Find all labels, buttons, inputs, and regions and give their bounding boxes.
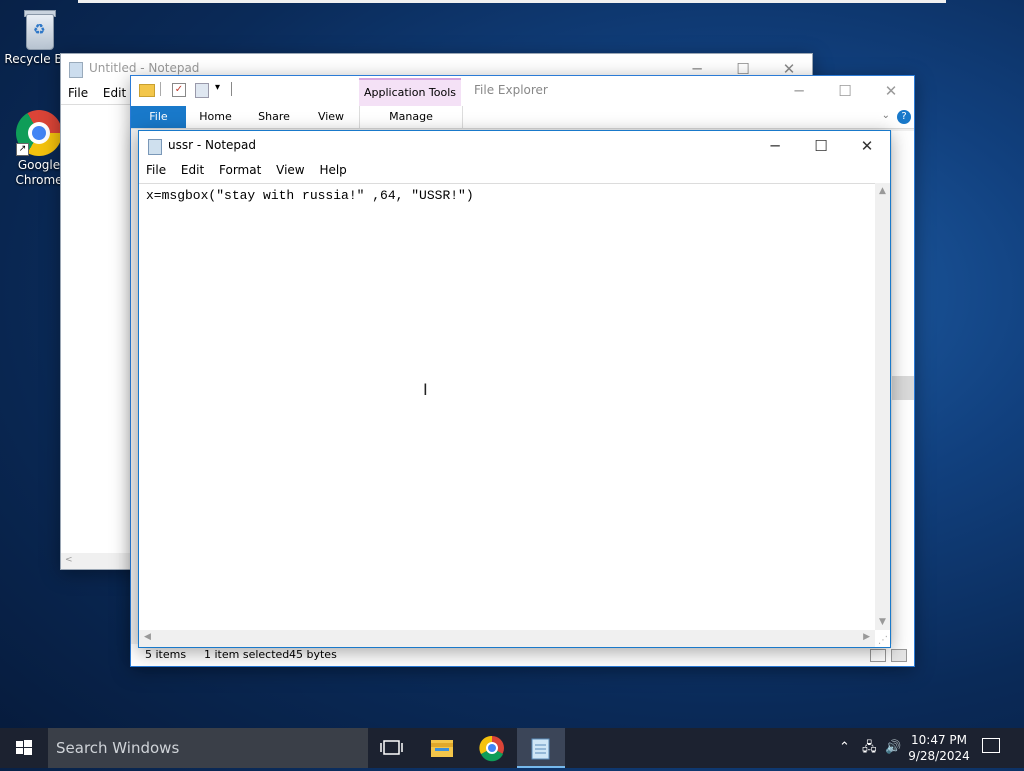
maximize-button[interactable]: ☐ [822, 76, 868, 106]
tab-home[interactable]: Home [188, 106, 243, 128]
expand-ribbon-icon[interactable]: ⌄ [882, 110, 890, 121]
menu-bar: File Edit [68, 86, 137, 100]
divider [160, 82, 161, 96]
folder-icon [431, 740, 453, 757]
scroll-down-icon[interactable]: ▼ [879, 617, 886, 627]
network-icon[interactable]: 🖧 [862, 728, 877, 768]
editor-area[interactable] [61, 104, 131, 569]
ussr-notepad-window[interactable]: ussr - Notepad ─ ☐ ✕ File Edit Format Vi… [138, 130, 891, 648]
recycle-bin-icon [22, 8, 56, 50]
scroll-right-icon[interactable]: ▶ [863, 632, 870, 642]
maximize-button[interactable]: ☐ [798, 131, 844, 161]
minimize-button[interactable]: ─ [776, 76, 822, 106]
close-button[interactable]: ✕ [868, 76, 914, 106]
quick-access-dropdown-icon[interactable]: ▾ [215, 82, 220, 93]
search-box[interactable]: Search Windows [48, 728, 368, 768]
new-folder-icon[interactable] [195, 83, 209, 98]
chrome-icon: ↗ [16, 110, 62, 156]
taskbar: Search Windows ⌃ 🖧 🔊 10:47 PM 9/28/2024 [0, 728, 1024, 768]
horizontal-scrollbar[interactable]: ◀ ▶ [139, 630, 875, 647]
shortcut-arrow-icon: ↗ [16, 143, 29, 156]
menu-file[interactable]: File [68, 86, 88, 100]
properties-icon[interactable]: ✓ [172, 83, 186, 97]
chrome-icon [479, 735, 504, 762]
large-icons-view-icon[interactable] [891, 649, 907, 662]
menu-edit[interactable]: Edit [103, 86, 126, 100]
help-icon[interactable]: ? [897, 110, 911, 124]
clock[interactable]: 10:47 PM 9/28/2024 [906, 732, 972, 764]
text-cursor-icon: I [423, 380, 428, 399]
title-bar[interactable]: ussr - Notepad ─ ☐ ✕ [139, 131, 890, 161]
editor-content[interactable]: x=msgbox("stay with russia!" ,64, "USSR!… [146, 188, 474, 203]
taskbar-notepad[interactable] [517, 728, 565, 768]
horizontal-scrollbar[interactable]: < [61, 553, 131, 569]
background-window-edge [78, 0, 946, 3]
tab-view[interactable]: View [303, 106, 359, 128]
tab-manage[interactable]: Manage [359, 106, 463, 128]
divider [231, 82, 232, 96]
action-center-icon[interactable] [982, 738, 1000, 753]
notepad-icon [148, 139, 162, 155]
scroll-up-icon[interactable]: ▲ [879, 186, 886, 196]
selected-row-highlight [892, 376, 914, 400]
close-button[interactable]: ✕ [844, 131, 890, 161]
menu-bar: File Edit Format View Help [146, 163, 358, 177]
details-view-icon[interactable] [870, 649, 886, 662]
menu-file[interactable]: File [146, 163, 166, 177]
menu-help[interactable]: Help [319, 163, 346, 177]
clock-time: 10:47 PM [911, 733, 967, 747]
menu-view[interactable]: View [276, 163, 304, 177]
context-group-label: Application Tools [363, 86, 457, 99]
tab-share[interactable]: Share [245, 106, 303, 128]
vertical-scrollbar[interactable]: ▲ ▼ [875, 183, 890, 630]
scroll-left-icon[interactable]: ◀ [144, 632, 151, 642]
volume-icon[interactable]: 🔊 [885, 728, 901, 768]
title-bar[interactable]: ✓ ▾ Application Tools File Explorer ─ ☐ … [131, 76, 914, 108]
task-view-button[interactable] [368, 728, 416, 768]
notepad-icon [69, 62, 83, 78]
window-title: ussr - Notepad [168, 138, 256, 152]
windows-logo-icon [16, 740, 32, 755]
clock-date: 9/28/2024 [908, 749, 970, 763]
taskbar-file-explorer[interactable] [418, 728, 466, 768]
window-title: File Explorer [474, 83, 548, 97]
menu-edit[interactable]: Edit [181, 163, 204, 177]
resize-grip-icon[interactable]: ⋰ [878, 635, 888, 646]
minimize-button[interactable]: ─ [752, 131, 798, 161]
search-placeholder: Search Windows [56, 739, 180, 757]
folder-icon [139, 84, 155, 97]
text-editor[interactable]: x=msgbox("stay with russia!" ,64, "USSR!… [139, 183, 875, 630]
start-button[interactable] [0, 728, 48, 768]
tab-file[interactable]: File [131, 106, 186, 128]
task-view-icon [380, 740, 403, 755]
application-tools-group: Application Tools [359, 78, 461, 108]
notepad-icon [531, 738, 550, 760]
menu-format[interactable]: Format [219, 163, 261, 177]
window-title: Untitled - Notepad [89, 61, 200, 75]
show-hidden-icons-chevron-icon[interactable]: ⌃ [839, 728, 850, 768]
taskbar-chrome[interactable] [468, 728, 516, 768]
